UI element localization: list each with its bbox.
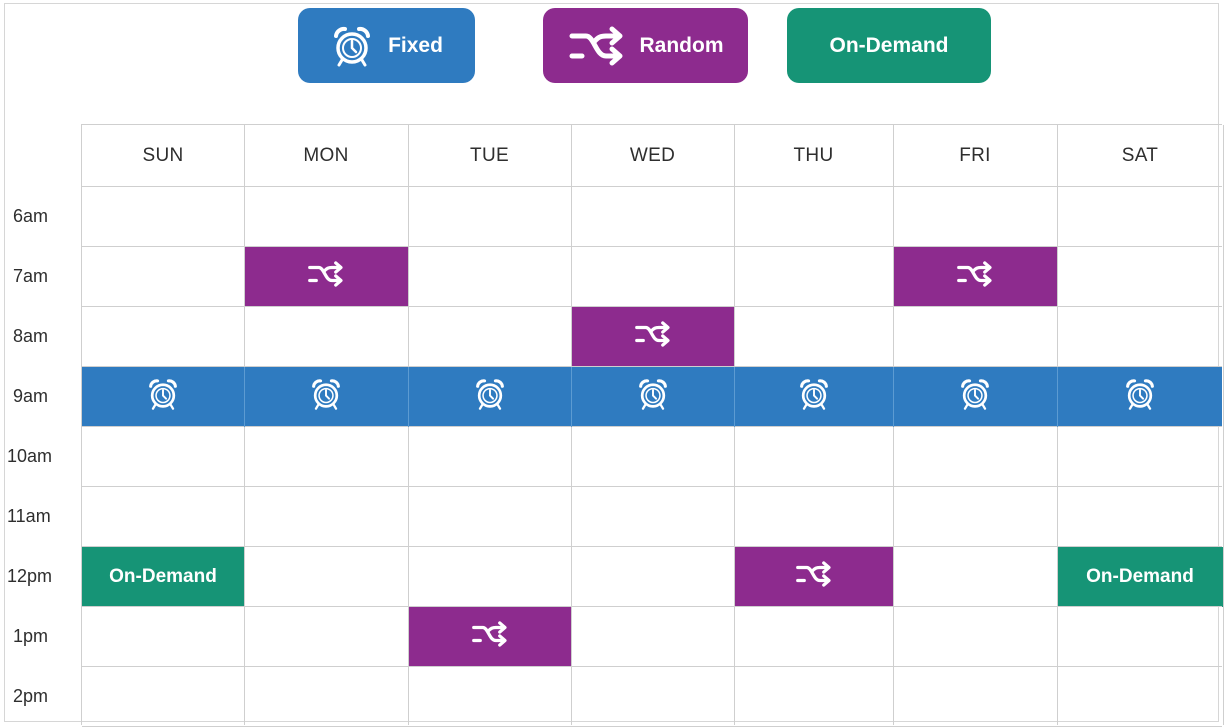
fixed-band-separator	[1057, 367, 1058, 427]
time-label-9am: 9am	[13, 385, 49, 406]
shuffle-icon	[306, 261, 346, 293]
alarm-clock-icon	[1123, 377, 1157, 417]
alarm-clock-icon	[330, 24, 374, 68]
time-label-8am: 8am	[13, 325, 49, 346]
time-label-11am: 11am	[7, 505, 51, 526]
grid-horizontal-line	[82, 306, 1222, 307]
grid-horizontal-line	[82, 246, 1222, 247]
weekly-schedule-grid: On-Demand On-Demand SUN MON TUE WED THU FRI SAT	[81, 124, 1224, 727]
random-legend-label: Random	[639, 33, 724, 57]
day-header-thu: THU	[793, 145, 834, 166]
on-demand-legend-label: On-Demand	[829, 33, 949, 57]
fixed-event-thu-9am[interactable]	[734, 367, 893, 427]
fixed-band-separator	[244, 367, 245, 427]
random-event-wed-8am[interactable]	[571, 307, 734, 367]
grid-horizontal-line	[82, 486, 1222, 487]
grid-horizontal-line	[82, 546, 1222, 547]
shuffle-icon	[955, 261, 995, 293]
day-header-sat: SAT	[1121, 145, 1159, 166]
fixed-band-separator	[893, 367, 894, 427]
on-demand-event-label: On-Demand	[109, 566, 217, 587]
time-label-7am: 7am	[13, 265, 49, 286]
fixed-band-separator	[571, 367, 572, 427]
on-demand-event-sat-12pm[interactable]: On-Demand	[1057, 547, 1223, 607]
alarm-clock-icon	[797, 377, 831, 417]
on-demand-legend-button[interactable]: On-Demand	[787, 8, 991, 83]
shuffle-icon	[633, 321, 673, 353]
random-event-tue-1pm[interactable]	[408, 607, 571, 667]
random-legend-button[interactable]: Random	[543, 8, 748, 83]
fixed-event-mon-9am[interactable]	[244, 367, 408, 427]
time-label-10am: 10am	[7, 445, 53, 466]
day-header-tue: TUE	[470, 145, 509, 166]
day-header-fri: FRI	[959, 145, 991, 166]
time-label-2pm: 2pm	[13, 685, 49, 706]
fixed-event-wed-9am[interactable]	[571, 367, 734, 427]
alarm-clock-icon	[146, 377, 180, 417]
fixed-legend-label: Fixed	[388, 33, 443, 57]
time-label-12pm: 12pm	[7, 565, 53, 586]
alarm-clock-icon	[958, 377, 992, 417]
on-demand-event-label: On-Demand	[1086, 566, 1194, 587]
fixed-band-separator	[408, 367, 409, 427]
fixed-event-fri-9am[interactable]	[893, 367, 1057, 427]
day-header-sun: SUN	[142, 145, 184, 166]
fixed-legend-button[interactable]: Fixed	[298, 8, 475, 83]
time-label-1pm: 1pm	[13, 625, 49, 646]
grid-horizontal-line	[82, 366, 1222, 367]
shuffle-icon	[568, 26, 626, 66]
alarm-clock-icon	[636, 377, 670, 417]
day-header-mon: MON	[303, 145, 349, 166]
grid-horizontal-line	[82, 606, 1222, 607]
random-event-thu-12pm[interactable]	[734, 547, 893, 607]
grid-horizontal-line	[82, 666, 1222, 667]
alarm-clock-icon	[309, 377, 343, 417]
shuffle-icon	[794, 561, 834, 593]
random-event-mon-7am[interactable]	[244, 247, 408, 307]
random-event-fri-7am[interactable]	[893, 247, 1057, 307]
on-demand-event-sun-12pm[interactable]: On-Demand	[82, 547, 244, 607]
fixed-band-separator	[734, 367, 735, 427]
fixed-event-sun-9am[interactable]	[82, 367, 244, 427]
alarm-clock-icon	[473, 377, 507, 417]
time-label-6am: 6am	[13, 205, 49, 226]
grid-horizontal-line	[82, 426, 1222, 427]
shuffle-icon	[470, 621, 510, 653]
day-header-wed: WED	[629, 145, 676, 166]
fixed-event-tue-9am[interactable]	[408, 367, 571, 427]
fixed-event-sat-9am[interactable]	[1057, 367, 1223, 427]
